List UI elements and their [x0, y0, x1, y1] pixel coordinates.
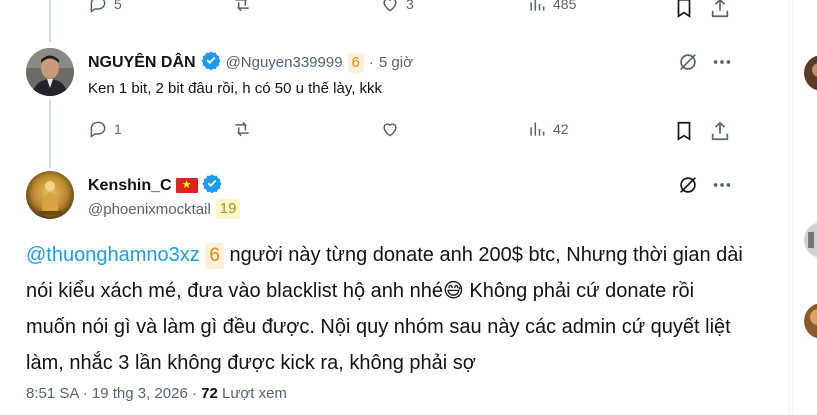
reply-header: NGUYÊN DÂN @Nguyen339999 6 · 5 giờ — [88, 50, 413, 75]
bookmark-icon — [677, 121, 691, 141]
views-icon — [530, 122, 545, 136]
tweet-meta: 8:51 SA · 19 thg 3, 2026 · 72 Lượt xem — [26, 385, 287, 402]
handle[interactable]: @phoenixmocktail — [88, 201, 211, 218]
avatar-kenshin[interactable] — [26, 171, 74, 219]
more-icon — [713, 183, 731, 187]
thread-line-top — [49, 0, 51, 42]
views-number: 72 — [201, 385, 218, 402]
share-icon — [711, 0, 729, 18]
handle-badge: 6 — [347, 52, 364, 73]
tweet-date[interactable]: 19 thg 3, 2026 — [92, 385, 188, 402]
like-icon — [383, 123, 397, 137]
more-button[interactable] — [710, 173, 734, 197]
tweet-time[interactable]: 5 giờ — [379, 54, 413, 71]
views-button[interactable]: 42 — [527, 119, 569, 139]
display-name[interactable]: Kenshin_C — [88, 177, 172, 195]
retweet-button[interactable] — [232, 0, 252, 14]
reply-icon — [90, 0, 106, 13]
views-button[interactable]: 485 — [527, 0, 576, 14]
view-count: 485 — [553, 0, 577, 12]
reply-count: 1 — [114, 121, 122, 137]
like-button[interactable]: 3 — [380, 0, 414, 14]
handle[interactable]: @Nguyen339999 — [226, 54, 343, 71]
more-button[interactable] — [710, 50, 734, 74]
suggested-avatar-3[interactable] — [804, 303, 817, 339]
views-icon — [530, 0, 545, 11]
like-count: 3 — [406, 0, 414, 12]
verified-icon — [201, 173, 222, 198]
vietnam-flag-icon: ★ — [175, 178, 198, 193]
share-button[interactable] — [708, 0, 732, 20]
bookmark-icon — [677, 0, 691, 18]
like-icon — [383, 0, 397, 12]
avatar-nguyen[interactable] — [26, 48, 74, 96]
share-icon — [711, 121, 729, 141]
reply-icon — [90, 121, 106, 138]
suggested-avatar-1[interactable] — [804, 55, 817, 91]
main-handle-row: @phoenixmocktail 19 — [88, 199, 241, 219]
retweet-button[interactable] — [232, 119, 252, 139]
reply-text: Ken 1 bit, 2 bit đâu rồi, h có 50 u thế … — [88, 80, 383, 97]
right-sidebar — [792, 0, 817, 415]
meta-dot: · — [191, 385, 197, 402]
main-column: 5 3 485 NGUYÊN DÂN @Nguyen339999 6 · 5 g… — [0, 0, 790, 415]
grok-icon — [680, 177, 696, 193]
thread-line-middle — [49, 100, 51, 168]
mention-link[interactable]: @thuonghamno3xz — [26, 244, 200, 266]
verified-icon — [200, 50, 221, 75]
grok-button[interactable] — [676, 50, 700, 74]
like-button[interactable] — [380, 119, 400, 139]
views-label: Lượt xem — [222, 385, 287, 402]
grok-button[interactable] — [676, 173, 700, 197]
more-icon — [713, 60, 731, 64]
meta-dot: · — [82, 385, 88, 402]
view-count: 42 — [553, 121, 569, 137]
grok-icon — [680, 54, 696, 70]
bookmark-button[interactable] — [672, 0, 696, 20]
retweet-icon — [235, 121, 249, 137]
display-name[interactable]: NGUYÊN DÂN — [88, 54, 196, 72]
sidebar-divider — [792, 0, 793, 415]
suggested-avatar-2[interactable] — [804, 222, 817, 258]
share-button[interactable] — [708, 119, 732, 143]
reply-count: 5 — [114, 0, 122, 12]
handle-badge: 19 — [215, 199, 241, 219]
retweet-icon — [235, 0, 249, 12]
main-header: Kenshin_C ★ — [88, 173, 222, 198]
main-tweet-text: @thuonghamno3xz 6 người này từng donate … — [26, 237, 746, 381]
emoji-sweat-smile: 😅 — [442, 280, 464, 302]
bookmark-button[interactable] — [672, 119, 696, 143]
reply-button[interactable]: 5 — [88, 0, 122, 14]
reply-button[interactable]: 1 — [88, 119, 122, 139]
tweet-time[interactable]: 8:51 SA — [26, 385, 79, 402]
mention-badge: 6 — [205, 243, 224, 269]
separator-dot: · — [368, 54, 374, 71]
